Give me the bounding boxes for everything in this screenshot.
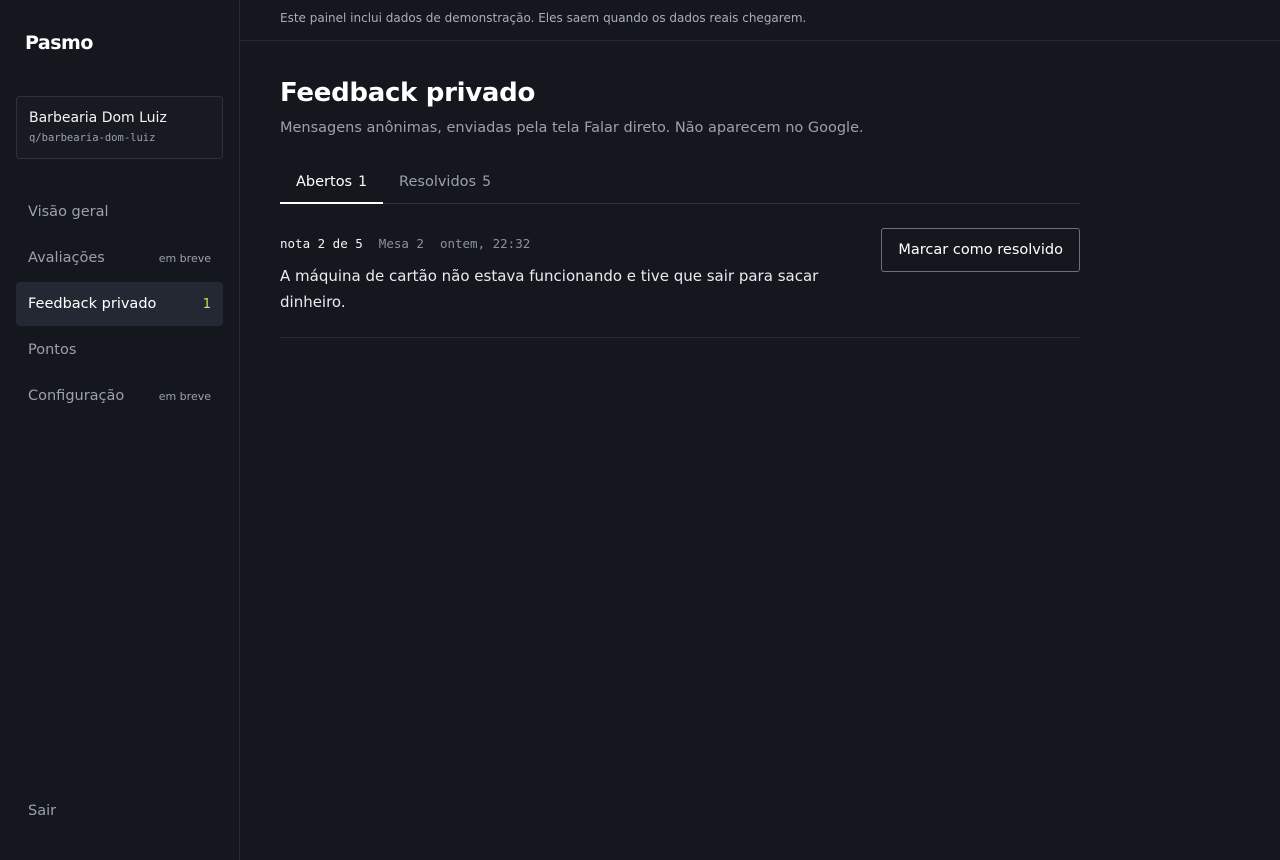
sidebar-item-label: Visão geral bbox=[28, 204, 109, 220]
feedback-timestamp: ontem, 22:32 bbox=[439, 236, 531, 251]
page-subtitle: Mensagens anônimas, enviadas pela tela F… bbox=[280, 120, 864, 136]
sidebar-item-visao-geral[interactable]: Visão geral bbox=[16, 190, 223, 234]
feedback-tabs: Abertos 1 Resolvidos 5 bbox=[280, 162, 1080, 204]
business-selector[interactable]: Barbearia Dom Luiz q/barbearia-dom-luiz bbox=[16, 96, 223, 159]
tab-abertos[interactable]: Abertos 1 bbox=[280, 162, 384, 204]
unread-count-badge: 1 bbox=[202, 296, 211, 312]
tab-resolvidos[interactable]: Resolvidos 5 bbox=[383, 162, 507, 204]
sidebar: Pasmo Barbearia Dom Luiz q/barbearia-dom… bbox=[0, 0, 240, 860]
logout-link[interactable]: Sair bbox=[28, 803, 56, 819]
page-title: Feedback privado bbox=[280, 78, 536, 108]
demo-data-banner: Este painel inclui dados de demonstração… bbox=[240, 0, 1280, 41]
mark-resolved-button[interactable]: Marcar como resolvido bbox=[881, 228, 1080, 272]
demo-banner-text: Este painel inclui dados de demonstração… bbox=[280, 11, 807, 25]
feedback-rating: nota 2 de 5 bbox=[280, 236, 363, 251]
tab-count: 1 bbox=[358, 174, 368, 190]
feedback-meta: nota 2 de 5 Mesa 2 ontem, 22:32 bbox=[280, 236, 850, 251]
tab-label: Abertos bbox=[296, 174, 353, 190]
app-logo[interactable]: Pasmo bbox=[25, 32, 93, 54]
sidebar-item-label: Avaliações bbox=[28, 250, 105, 266]
main-content: Este painel inclui dados de demonstração… bbox=[240, 0, 1280, 860]
sidebar-item-feedback-privado[interactable]: Feedback privado 1 bbox=[16, 282, 223, 326]
sidebar-item-configuracao[interactable]: Configuração em breve bbox=[16, 374, 223, 418]
sidebar-nav: Visão geral Avaliações em breve Feedback… bbox=[16, 190, 223, 420]
sidebar-item-pontos[interactable]: Pontos bbox=[16, 328, 223, 372]
tab-label: Resolvidos bbox=[399, 174, 477, 190]
feedback-body: nota 2 de 5 Mesa 2 ontem, 22:32 A máquin… bbox=[280, 236, 850, 315]
business-name: Barbearia Dom Luiz bbox=[29, 110, 167, 126]
feedback-message: A máquina de cartão não estava funcionan… bbox=[280, 267, 819, 311]
tab-count: 5 bbox=[482, 174, 492, 190]
coming-soon-badge: em breve bbox=[158, 251, 211, 265]
app-shell: Pasmo Barbearia Dom Luiz q/barbearia-dom… bbox=[0, 0, 1280, 860]
sidebar-item-label: Pontos bbox=[28, 342, 77, 358]
feedback-page: Feedback privado Mensagens anônimas, env… bbox=[280, 78, 1080, 338]
business-slug: q/barbearia-dom-luiz bbox=[29, 132, 156, 144]
feedback-table: Mesa 2 bbox=[378, 236, 424, 251]
sidebar-item-avaliacoes[interactable]: Avaliações em breve bbox=[16, 236, 223, 280]
sidebar-item-label: Configuração bbox=[28, 388, 125, 404]
sidebar-item-label: Feedback privado bbox=[28, 296, 157, 312]
coming-soon-badge: em breve bbox=[158, 389, 211, 403]
feedback-item: nota 2 de 5 Mesa 2 ontem, 22:32 A máquin… bbox=[280, 204, 1080, 338]
